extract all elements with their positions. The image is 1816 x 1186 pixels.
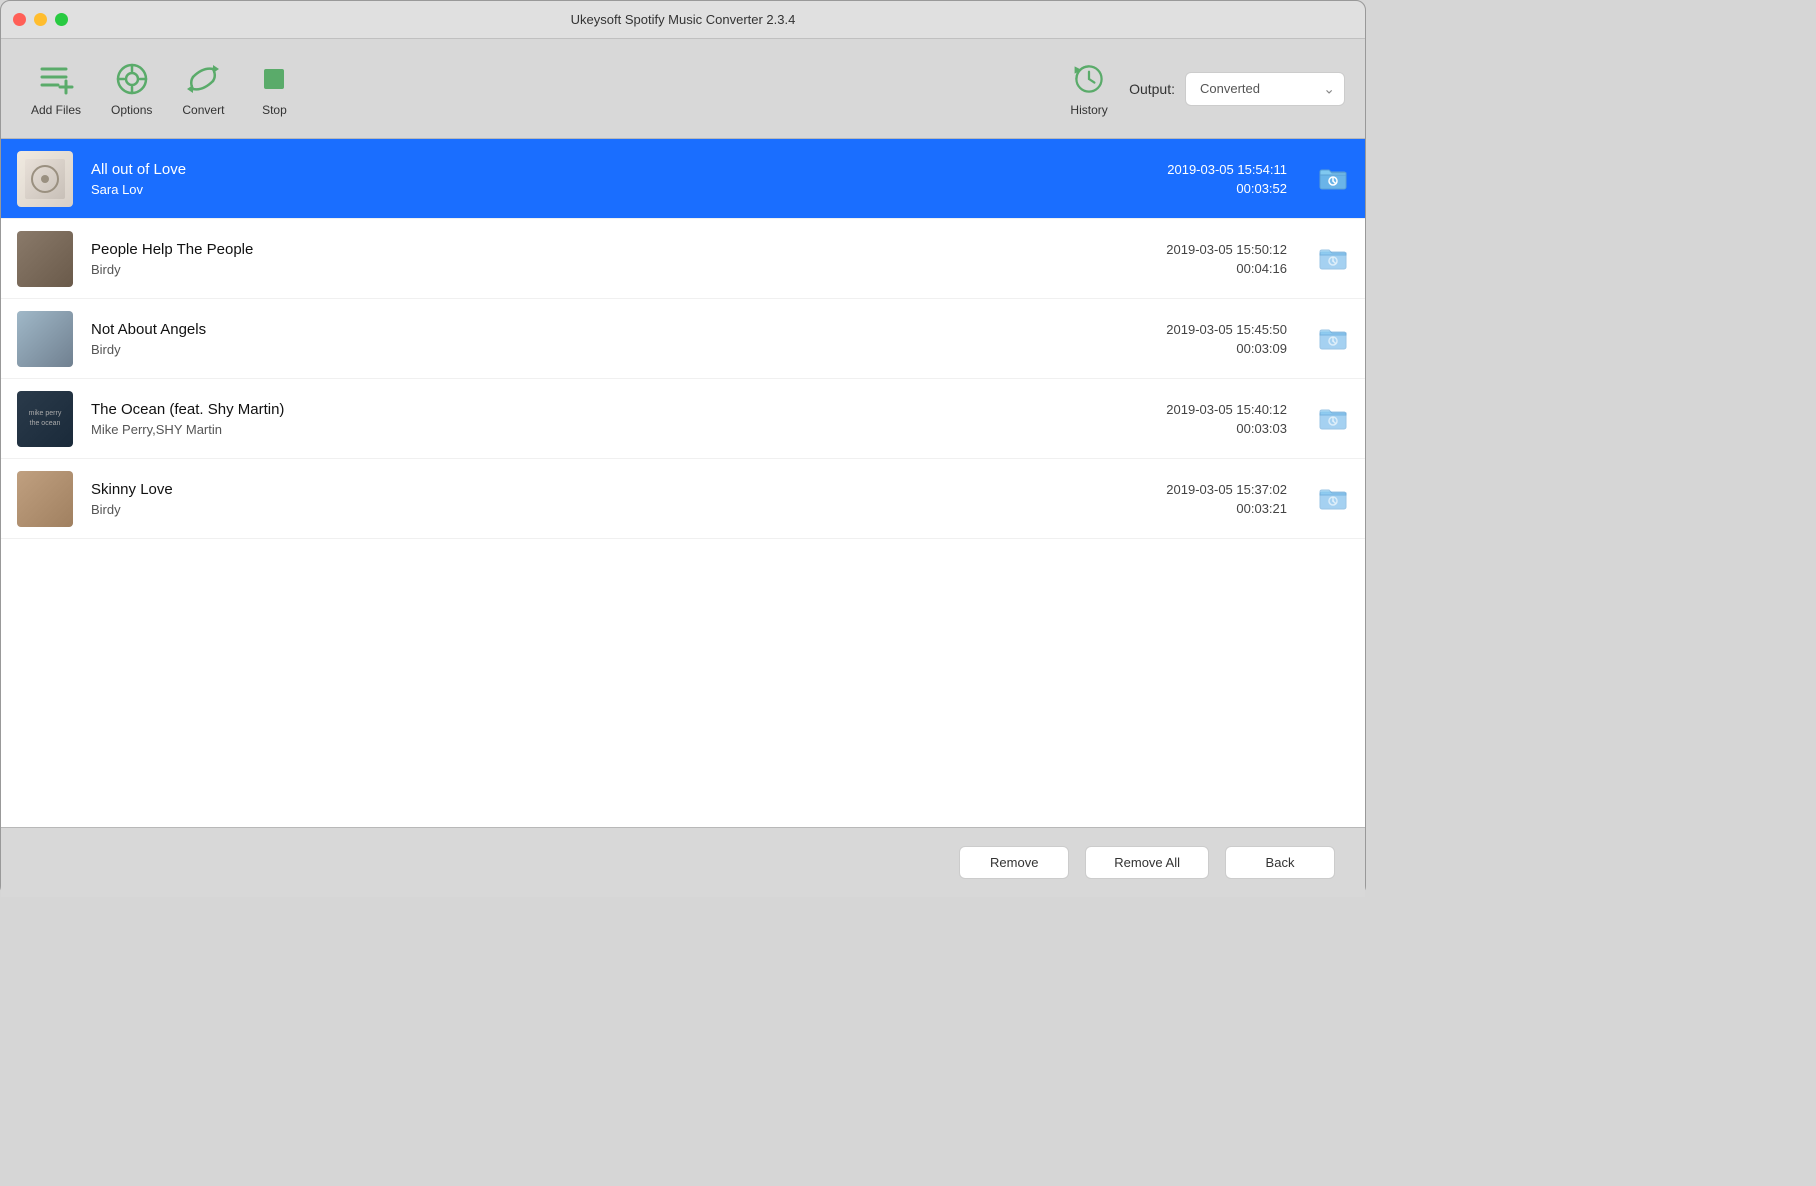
track-artist: Sara Lov — [91, 182, 1087, 197]
convert-label: Convert — [182, 103, 224, 117]
open-folder-button[interactable] — [1317, 403, 1349, 435]
track-artist: Birdy — [91, 262, 1087, 277]
album-art — [17, 231, 73, 287]
table-row[interactable]: People Help The People Birdy 2019-03-05 … — [1, 219, 1365, 299]
options-label: Options — [111, 103, 152, 117]
track-title: All out of Love — [91, 161, 1087, 178]
remove-all-button[interactable]: Remove All — [1085, 846, 1209, 879]
track-date: 2019-03-05 15:50:12 — [1166, 242, 1287, 257]
track-title: The Ocean (feat. Shy Martin) — [91, 401, 1087, 418]
table-row[interactable]: Skinny Love Birdy 2019-03-05 15:37:02 00… — [1, 459, 1365, 539]
close-button[interactable] — [13, 13, 26, 26]
track-duration: 00:03:21 — [1236, 501, 1287, 516]
stop-button[interactable]: Stop — [244, 53, 304, 125]
output-dropdown[interactable]: Converted Downloads Desktop — [1185, 72, 1345, 106]
track-artist: Mike Perry,SHY Martin — [91, 422, 1087, 437]
window-title: Ukeysoft Spotify Music Converter 2.3.4 — [571, 12, 796, 27]
maximize-button[interactable] — [55, 13, 68, 26]
album-art — [17, 471, 73, 527]
open-folder-button[interactable] — [1317, 323, 1349, 355]
stop-label: Stop — [262, 103, 287, 117]
add-files-label: Add Files — [31, 103, 81, 117]
output-dropdown-wrapper[interactable]: Converted Downloads Desktop — [1185, 72, 1345, 106]
open-folder-button[interactable] — [1317, 163, 1349, 195]
album-art — [17, 311, 73, 367]
track-duration: 00:04:16 — [1236, 261, 1287, 276]
track-list: All out of Love Sara Lov 2019-03-05 15:5… — [1, 139, 1365, 827]
output-area: Output: Converted Downloads Desktop — [1129, 72, 1345, 106]
table-row[interactable]: All out of Love Sara Lov 2019-03-05 15:5… — [1, 139, 1365, 219]
convert-button[interactable]: Convert — [172, 53, 234, 125]
back-button[interactable]: Back — [1225, 846, 1335, 879]
add-files-button[interactable]: Add Files — [21, 53, 91, 125]
track-date: 2019-03-05 15:40:12 — [1166, 402, 1287, 417]
open-folder-button[interactable] — [1317, 483, 1349, 515]
track-meta: 2019-03-05 15:37:02 00:03:21 — [1087, 482, 1287, 516]
track-info: Not About Angels Birdy — [91, 321, 1087, 357]
track-info: Skinny Love Birdy — [91, 481, 1087, 517]
track-meta: 2019-03-05 15:54:11 00:03:52 — [1087, 162, 1287, 196]
track-duration: 00:03:52 — [1236, 181, 1287, 196]
options-button[interactable]: Options — [101, 53, 162, 125]
track-meta: 2019-03-05 15:40:12 00:03:03 — [1087, 402, 1287, 436]
track-artist: Birdy — [91, 342, 1087, 357]
output-label: Output: — [1129, 81, 1175, 97]
track-title: Not About Angels — [91, 321, 1087, 338]
track-info: All out of Love Sara Lov — [91, 161, 1087, 197]
track-meta: 2019-03-05 15:45:50 00:03:09 — [1087, 322, 1287, 356]
track-date: 2019-03-05 15:45:50 — [1166, 322, 1287, 337]
track-artist: Birdy — [91, 502, 1087, 517]
open-folder-button[interactable] — [1317, 243, 1349, 275]
title-bar: Ukeysoft Spotify Music Converter 2.3.4 — [1, 1, 1365, 39]
album-art: mike perrythe ocean — [17, 391, 73, 447]
options-icon — [114, 61, 150, 97]
stop-icon — [256, 61, 292, 97]
table-row[interactable]: mike perrythe ocean The Ocean (feat. Shy… — [1, 379, 1365, 459]
track-duration: 00:03:09 — [1236, 341, 1287, 356]
track-meta: 2019-03-05 15:50:12 00:04:16 — [1087, 242, 1287, 276]
bottom-bar: Remove Remove All Back — [1, 827, 1365, 897]
track-duration: 00:03:03 — [1236, 421, 1287, 436]
track-info: The Ocean (feat. Shy Martin) Mike Perry,… — [91, 401, 1087, 437]
history-label: History — [1070, 103, 1107, 117]
window-controls — [13, 13, 68, 26]
track-title: Skinny Love — [91, 481, 1087, 498]
history-icon — [1071, 61, 1107, 97]
minimize-button[interactable] — [34, 13, 47, 26]
table-row[interactable]: Not About Angels Birdy 2019-03-05 15:45:… — [1, 299, 1365, 379]
track-date: 2019-03-05 15:37:02 — [1166, 482, 1287, 497]
remove-button[interactable]: Remove — [959, 846, 1069, 879]
convert-icon — [185, 61, 221, 97]
history-button[interactable]: History — [1059, 53, 1119, 125]
album-art — [17, 151, 73, 207]
add-files-icon — [38, 61, 74, 97]
toolbar: Add Files Options — [1, 39, 1365, 139]
track-info: People Help The People Birdy — [91, 241, 1087, 277]
track-title: People Help The People — [91, 241, 1087, 258]
track-date: 2019-03-05 15:54:11 — [1167, 162, 1287, 177]
